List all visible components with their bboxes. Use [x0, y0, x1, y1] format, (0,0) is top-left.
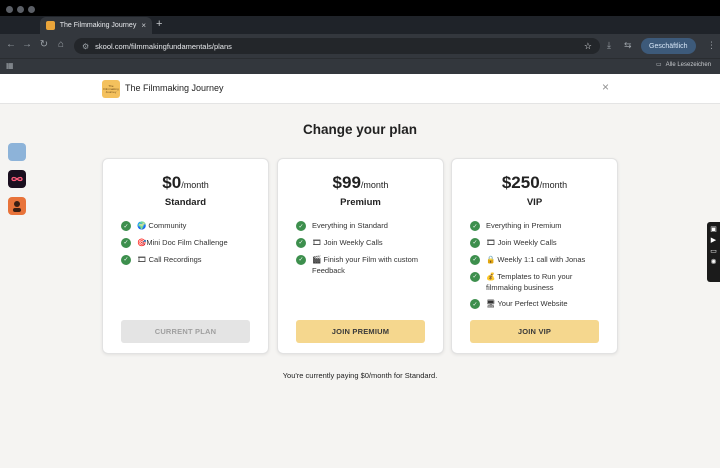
plan-card-premium: $99/month Premium ✓ Everything in Standar…	[277, 158, 444, 354]
url-text[interactable]: skool.com/filmmakingfundamentals/plans	[95, 42, 578, 51]
check-icon: ✓	[470, 299, 480, 310]
plan-card-vip: $250/month VIP ✓ Everything in Premium ✓ 🎞…	[451, 158, 618, 354]
page-title: Change your plan	[302, 122, 417, 137]
feature-item: ✓ 🎞 Call Recordings	[121, 254, 258, 266]
window-close-dot[interactable]	[6, 6, 13, 13]
macos-menubar	[0, 0, 720, 16]
current-plan-note: You're currently paying $0/month for Sta…	[282, 371, 438, 380]
feature-text: 🎬 Finish your Film with custom Feedback	[312, 254, 419, 275]
plan-name: VIP	[526, 197, 543, 208]
feature-item: ✓ 🎞 Join Weekly Calls	[470, 237, 607, 249]
download-icon[interactable]: ⤓	[607, 40, 611, 51]
feature-text: 🔒 Weekly 1:1 call with Jonas	[486, 254, 586, 264]
check-icon: ✓	[121, 254, 131, 265]
feature-list: ✓ Everything in Standard ✓ 🎞 Join Weekly C…	[296, 221, 433, 283]
bookmark-star-icon[interactable]: ☆	[584, 41, 592, 52]
tab-close-icon[interactable]: ×	[141, 21, 146, 30]
join-vip-button[interactable]: JOIN VIP	[470, 320, 599, 343]
plan-price: $250/month	[452, 173, 617, 193]
check-icon: ✓	[296, 221, 306, 231]
side-app-avatar-icon[interactable]	[8, 197, 26, 215]
back-icon[interactable]: ←	[5, 39, 17, 50]
plan-price: $0/month	[103, 173, 268, 193]
feature-item: ✓ Everything in Standard	[296, 221, 433, 232]
cast-icon[interactable]: ⇆	[624, 40, 632, 51]
folder-icon: ▭	[656, 62, 662, 68]
check-icon: ✓	[121, 221, 131, 231]
feature-text: Everything in Premium	[486, 221, 562, 230]
all-bookmarks-button[interactable]: ▭ Alle Lesezeichen	[656, 61, 712, 69]
price-amount: $99	[332, 173, 361, 192]
feature-list: ✓ Everything in Premium ✓ 🎞 Join Weekly Ca…	[470, 221, 607, 316]
profile-button[interactable]: Geschäftlich	[641, 38, 696, 54]
feature-item: ✓ 🖥 Your Perfect Website	[470, 299, 607, 310]
bookmarks-bar	[0, 58, 720, 74]
feature-text: 🖥 Your Perfect Website	[486, 299, 568, 309]
check-icon: ✓	[296, 237, 306, 248]
check-icon: ✓	[470, 237, 480, 248]
feature-item: ✓ 🌍 Community	[121, 221, 258, 232]
infinity-icon	[11, 176, 23, 182]
price-period: /month	[181, 180, 209, 190]
all-bookmarks-label: Alle Lesezeichen	[665, 61, 712, 68]
join-premium-button[interactable]: JOIN PREMIUM	[296, 320, 425, 343]
feature-item: ✓ 🔒 Weekly 1:1 call with Jonas	[470, 254, 607, 266]
plan-card-standard: $0/month Standard ✓ 🌍 Community ✓ 🎯Mini Do…	[102, 158, 269, 354]
settings-gear-icon[interactable]: ✺	[711, 258, 717, 266]
check-icon: ✓	[470, 221, 480, 231]
address-bar[interactable]: ⚙ skool.com/filmmakingfundamentals/plans…	[74, 38, 600, 54]
community-name[interactable]: The Filmmaking Journey	[125, 83, 224, 93]
plan-price: $99/month	[278, 173, 443, 193]
feature-item: ✓ 💰 Templates to Run your filmmaking busi…	[470, 271, 607, 294]
feature-item: ✓ 🎬 Finish your Film with custom Feedback	[296, 254, 433, 277]
home-icon[interactable]: ⌂	[55, 39, 67, 50]
feature-text: 🎞 Join Weekly Calls	[312, 237, 383, 247]
browser-menu-icon[interactable]: ⋮	[707, 40, 716, 51]
feature-item: ✓ 🎞 Join Weekly Calls	[296, 237, 433, 249]
window-minimize-dot[interactable]	[17, 6, 24, 13]
plan-name: Premium	[340, 197, 381, 208]
side-app-cat-icon[interactable]	[8, 143, 26, 161]
video-icon[interactable]: ▶	[711, 236, 716, 244]
check-icon: ✓	[470, 271, 480, 282]
plan-name: Standard	[164, 197, 207, 208]
site-info-icon[interactable]: ⚙	[82, 42, 89, 51]
reload-icon[interactable]: ↻	[38, 39, 50, 50]
current-plan-button: CURRENT PLAN	[121, 320, 250, 343]
feature-text: 💰 Templates to Run your filmmaking busin…	[486, 271, 573, 292]
check-icon: ✓	[296, 254, 306, 265]
community-logo[interactable]: The Filmmaking Journey	[102, 80, 120, 98]
feature-text: 🎞 Join Weekly Calls	[486, 237, 557, 247]
screenshot-icon[interactable]: ▣	[710, 225, 717, 233]
browser-tab[interactable]: The Filmmaking Journey ×	[40, 17, 152, 34]
profile-label: Geschäftlich	[649, 42, 688, 50]
floating-toolbar: ▣ ▶ ▭ ✺	[707, 222, 720, 282]
side-app-infinity-icon[interactable]	[8, 170, 26, 188]
apps-grid-icon[interactable]: ▦	[6, 61, 14, 70]
feature-text: 🌍 Community	[137, 221, 187, 230]
price-period: /month	[539, 180, 568, 190]
feature-text: Everything in Standard	[312, 221, 388, 230]
avatar-icon	[13, 201, 21, 212]
feature-list: ✓ 🌍 Community ✓ 🎯Mini Doc Film Challenge ✓…	[121, 221, 258, 272]
feature-item: ✓ Everything in Premium	[470, 221, 607, 232]
tab-title: The Filmmaking Journey	[59, 22, 137, 29]
forward-icon[interactable]: →	[21, 39, 33, 50]
check-icon: ✓	[470, 254, 480, 265]
close-icon[interactable]: ×	[602, 80, 609, 94]
window-icon[interactable]: ▭	[710, 247, 717, 255]
community-logo-text: The Filmmaking Journey	[103, 83, 119, 94]
feature-item: ✓ 🎯Mini Doc Film Challenge	[121, 237, 258, 249]
check-icon: ✓	[121, 237, 131, 248]
price-amount: $250	[501, 173, 540, 192]
price-amount: $0	[162, 173, 182, 192]
price-period: /month	[360, 180, 389, 190]
window-zoom-dot[interactable]	[28, 6, 35, 13]
new-tab-button[interactable]: +	[156, 18, 162, 30]
feature-text: 🎯Mini Doc Film Challenge	[137, 237, 228, 247]
tab-favicon-icon	[46, 21, 55, 30]
feature-text: 🎞 Call Recordings	[137, 254, 202, 264]
